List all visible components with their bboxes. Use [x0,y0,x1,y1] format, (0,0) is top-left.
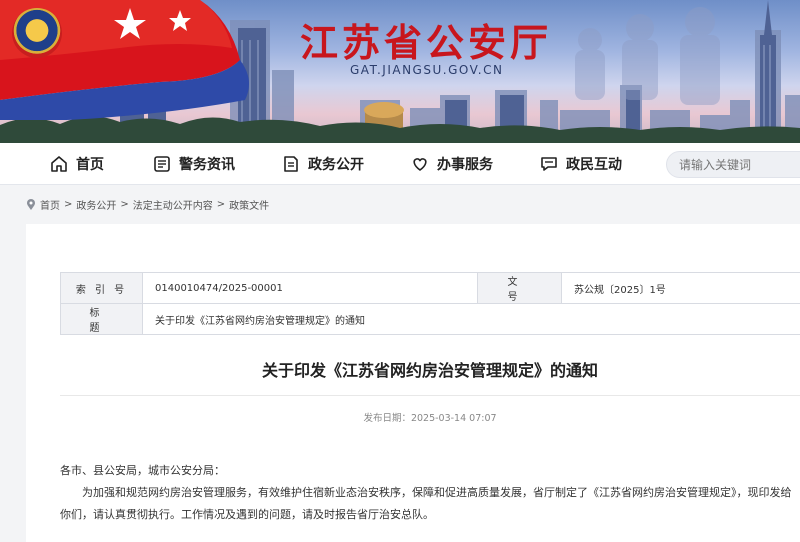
breadcrumb-separator: > [216,199,226,210]
table-row: 索 引 号 0140010474/2025-00001 文 号 苏公规〔2025… [60,272,800,304]
site-title: 江苏省公安厅 [300,20,553,65]
document-number-label: 文 号 [477,272,562,304]
header-banner: 江苏省公安厅 GAT.JIANGSU.GOV.CN [0,0,800,143]
article-body: 各市、县公安局，城市公安分局： 为加强和规范网约房治安管理服务，有效维护住宿新业… [60,460,800,526]
nav-item-police-news[interactable]: 警务资讯 [153,143,235,185]
breadcrumb-separator: > [64,199,73,210]
site-url: GAT.JIANGSU.GOV.CN [350,63,504,77]
nav-item-label: 首页 [76,157,104,173]
police-emblem-logo [12,8,62,58]
publish-date: 发布日期：2025-03-14 07:07 [363,413,497,424]
nav-item-label: 办事服务 [437,157,493,173]
doc-title-label: 标 题 [60,303,143,335]
breadcrumb-policy-link[interactable]: 政策文件 [229,197,269,212]
nav-item-label: 政民互动 [566,157,622,173]
article-title: 关于印发《江苏省网约房治安管理规定》的通知 [261,361,598,380]
nav-item-services[interactable]: 办事服务 [411,143,493,185]
nav-item-gov-affairs[interactable]: 政务公开 [282,143,364,185]
nav-item-label: 警务资讯 [179,157,235,173]
breadcrumb-gov-affairs-link[interactable]: 政务公开 [76,197,116,212]
breadcrumb: 首页 > 政务公开 > 法定主动公开内容 > 政策文件 [26,197,269,212]
salutation: 各市、县公安局，城市公安分局： [60,464,225,477]
news-icon [154,156,170,172]
location-pin-icon [27,198,35,210]
home-icon [51,156,67,172]
document-number-value: 苏公规〔2025〕1号 [561,272,800,304]
index-number-value: 0140010474/2025-00001 [142,272,478,304]
doc-title-value: 关于印发《江苏省网约房治安管理规定》的通知 [142,303,800,335]
chat-icon [541,157,557,171]
breadcrumb-separator: > [120,199,129,210]
document-icon [284,156,298,172]
nav-item-interaction[interactable]: 政民互动 [540,143,622,185]
search-input[interactable] [666,151,800,178]
index-number-label: 索 引 号 [60,272,143,304]
body-paragraph: 为加强和规范网约房治安管理服务，有效维护住宿新业态治安秩序，保障和促进高质量发展… [60,486,792,521]
nav-item-label: 政务公开 [308,157,364,173]
heart-hand-icon [413,158,427,171]
breadcrumb-statutory-link[interactable]: 法定主动公开内容 [133,197,213,212]
divider [60,395,800,396]
nav-item-home[interactable]: 首页 [50,143,104,185]
table-row: 标 题 关于印发《江苏省网约房治安管理规定》的通知 [60,303,800,335]
breadcrumb-home-link[interactable]: 首页 [40,197,60,212]
document-meta-table: 索 引 号 0140010474/2025-00001 文 号 苏公规〔2025… [60,272,800,335]
